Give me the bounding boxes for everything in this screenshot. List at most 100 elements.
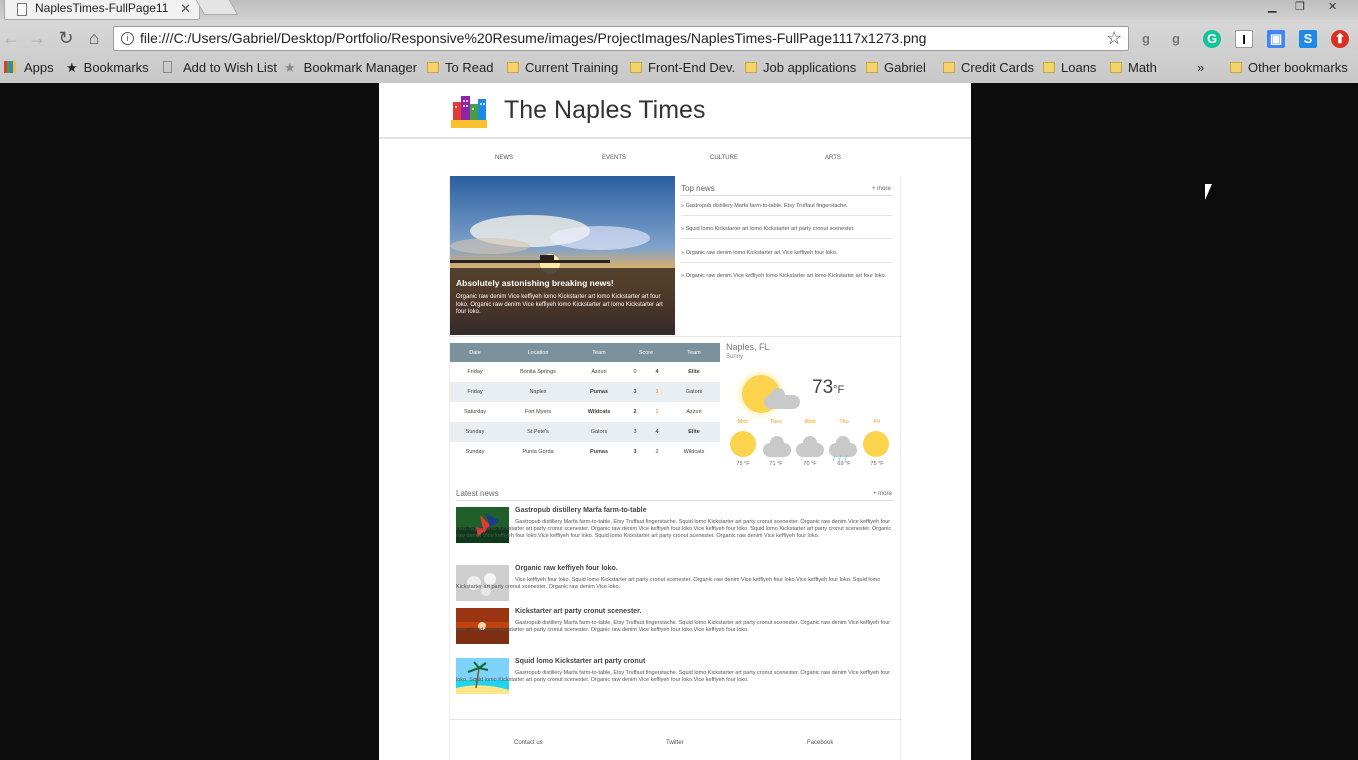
bookmark-apps[interactable]: Apps [4,60,54,75]
folder-icon [1110,62,1122,73]
article-text: Gastropub distillery Marfa farm-to-table… [456,519,892,539]
cloud-icon [796,436,824,457]
top-news-item[interactable]: » Gastropub distillery Marfa farm-to-tab… [681,203,893,216]
article-text: Gastropub distillery Marfa farm-to-table… [456,670,891,683]
article-title[interactable]: Organic raw keffiyeh four loko. [515,565,618,572]
bookmark-bookmarks[interactable]: ★ Bookmarks [66,60,149,76]
forecast-temp: 75 °F [736,461,750,467]
forward-icon[interactable]: → [26,28,48,49]
nav-news[interactable]: NEWS [495,155,513,161]
table-row: Saturday Fort Myers Wildcats 2 1 Azzuri [463,409,702,415]
weather-condition: Sunny [726,354,744,360]
folder-icon [866,62,878,73]
folder-icon [1230,62,1242,73]
top-news-title: Top news [681,184,893,196]
footer-contact-link[interactable]: Contact us [514,740,543,746]
forecast-temp: 71 °F [769,461,783,467]
article-text: Gastropub distillery Marfa farm-to-table… [456,620,891,633]
star-icon: ★ [284,60,296,75]
hero-headline[interactable]: Absolutely astonishing breaking news! [456,278,614,288]
star-icon: ★ [66,60,78,75]
reload-icon[interactable]: ↻ [55,28,77,49]
section-divider [450,336,902,337]
back-icon[interactable]: ← [0,28,22,49]
bookmark-folder-credit[interactable]: Credit Cards [943,60,1034,75]
table-row: Friday Bonita Springs Azzuri 0 4 Elite [467,369,700,375]
bookmark-star-icon[interactable]: ☆ [1106,28,1122,49]
page-icon [17,3,27,16]
nav-culture[interactable]: CULTURE [710,155,738,161]
tab-strip: NaplesTimes-FullPage11 ✕ ▁ ❐ ✕ [0,0,1358,20]
address-bar[interactable]: i file:///C:/Users/Gabriel/Desktop/Portf… [113,26,1129,51]
new-tab-button[interactable] [195,0,239,15]
bookmark-other[interactable]: Other bookmarks [1230,60,1348,75]
latest-news-more-link[interactable]: + more [873,491,892,497]
bookmark-folder-math[interactable]: Math [1110,60,1157,75]
hero-card[interactable]: Absolutely astonishing breaking news! Or… [450,176,675,335]
bookmark-folder-jobs[interactable]: Job applications [745,60,856,75]
col-team1: Team [592,350,606,356]
extension-upload-icon[interactable]: ⬆ [1331,30,1349,48]
article-title[interactable]: Gastropub distillery Marfa farm-to-table [515,507,646,514]
forecast-day: Mon [737,419,749,425]
site-nav: NEWS EVENTS CULTURE ARTS [449,155,900,165]
nav-events[interactable]: EVENTS [602,155,626,161]
cloud-icon [764,388,800,409]
article-title[interactable]: Squid lomo Kickstarter art party cronut [515,658,645,665]
site-footer: Contact us Twitter Facebook [450,719,902,759]
latest-news-title: Latest news [456,489,894,501]
article-text: Vice keffiyeh four loko. Squid lomo Kick… [456,577,881,590]
top-news-item[interactable]: » Squid lomo Kickstarter art lomo Kickst… [681,226,893,239]
folder-icon [745,62,757,73]
folder-icon [1043,62,1055,73]
site-title: The Naples Times [504,96,706,124]
web-page: The Naples Times NEWS EVENTS CULTURE ART… [379,83,971,760]
bookmark-folder-training[interactable]: Current Training [507,60,618,75]
bookmark-manager[interactable]: ★ Bookmark Manager [284,60,417,76]
close-icon[interactable]: ✕ [180,1,191,17]
bookmark-folder-loans[interactable]: Loans [1043,60,1096,75]
rain-icon: / / / [829,436,859,463]
restore-icon[interactable]: ❐ [1295,0,1305,13]
extension-s-icon[interactable]: S [1299,30,1317,48]
page-icon [163,61,172,73]
folder-icon [943,62,955,73]
browser-tab[interactable]: NaplesTimes-FullPage11 ✕ [4,0,200,20]
forecast-day: Wed [804,419,816,425]
forecast-day: Tues [769,419,783,425]
window-close-icon[interactable]: ✕ [1328,0,1337,13]
extension-g-icon[interactable]: g [1137,30,1155,48]
bookmark-folder-frontend[interactable]: Front-End Dev. [630,60,735,75]
footer-facebook-link[interactable]: Facebook [807,740,833,746]
footer-twitter-link[interactable]: Twitter [666,740,684,746]
col-date: Date [469,350,481,356]
col-location: Location [527,350,549,356]
sun-icon [863,431,889,457]
city-logo-icon [451,96,487,128]
forecast-day: Fri [873,419,881,425]
weather-widget: Naples, FL Sunny 73°F Mon Tues Wed Thu F… [726,341,901,481]
extension-color-icon[interactable]: ▣ [1267,30,1285,48]
article-title[interactable]: Kickstarter art party cronut scenester. [515,608,641,615]
site-header: The Naples Times [379,83,971,139]
instapaper-icon[interactable]: I [1235,30,1253,48]
apps-icon [4,61,16,73]
bookmark-folder-gabriel[interactable]: Gabriel [866,60,926,75]
top-news-item[interactable]: » Organic raw denim lomo Kickstarter art… [681,250,893,263]
top-news-item[interactable]: » Organic raw denim Vice keffiyeh lomo K… [681,273,893,285]
top-news-more-link[interactable]: + more [872,186,891,192]
info-icon[interactable]: i [121,32,134,45]
sun-cloud-icon [740,373,810,417]
cloud-icon [763,436,791,457]
weather-city: Naples, FL [726,342,770,352]
minimize-icon[interactable]: ▁ [1268,0,1276,13]
bookmarks-overflow[interactable]: » [1197,60,1204,75]
home-icon[interactable]: ⌂ [83,28,105,49]
bookmark-folder-to-read[interactable]: To Read [427,60,493,75]
nav-arts[interactable]: ARTS [825,155,841,161]
tab-title: NaplesTimes-FullPage11 [35,1,169,15]
extension-g2-icon[interactable]: g [1167,30,1185,48]
folder-icon [427,62,439,73]
bookmark-wish-list[interactable]: Add to Wish List [163,60,277,75]
grammarly-icon[interactable]: G [1203,30,1221,48]
